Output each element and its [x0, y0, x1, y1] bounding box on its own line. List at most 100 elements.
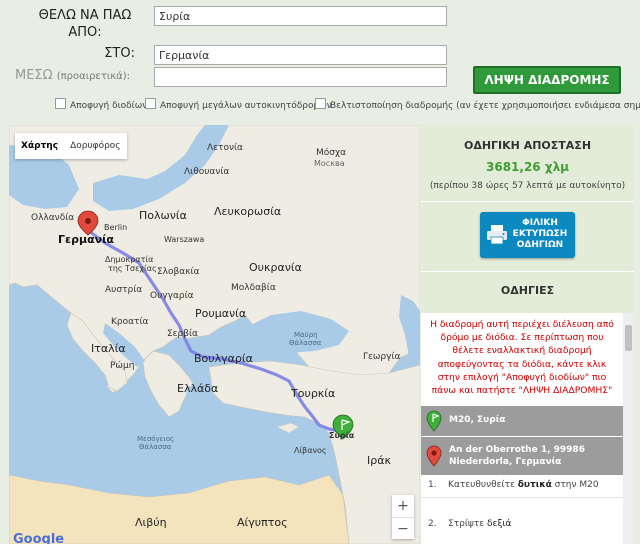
map-label-hungary: Ουγγαρία: [150, 291, 194, 301]
red-marker-icon: [426, 445, 442, 467]
map-label-med-1: Μεσόγειος: [137, 435, 175, 443]
printer-icon: [487, 225, 507, 245]
direction-step: 1. Κατευθυνθείτε δυτικά στην M20: [428, 480, 599, 490]
print-directions-button[interactable]: ΦΙΛΙΚΗ ΕΚΤΥΠΩΣΗ ΟΔΗΓΙΩΝ: [480, 212, 575, 258]
step-road: M20: [579, 480, 599, 490]
map-label-lebanon: Λίβανος: [294, 446, 327, 455]
instructions-title: ΟΔΗΓΙΕΣ: [500, 284, 555, 297]
map-label-slovakia: Σλοβακία: [157, 267, 200, 277]
map-label-moscow: Μόσχα: [316, 148, 347, 158]
to-label: ΣΤΟ:: [104, 46, 135, 61]
map-label-serbia: Σερβία: [167, 329, 198, 339]
via-input[interactable]: [154, 67, 447, 87]
map-label-iraq: Ιράκ: [367, 454, 391, 467]
from-label-line1: ΘΕΛΩ ΝΑ ΠΑΩ: [38, 8, 132, 23]
map-label-black-sea-2: Θάλασσα: [289, 339, 322, 347]
map-label-georgia: Γεωργία: [363, 352, 401, 362]
map-label-holland: Ολλανδία: [31, 213, 75, 223]
end-address: An der Oberrothe 1, 99986 Niederdorla, Γ…: [449, 444, 585, 468]
avoid-highways-checkbox[interactable]: [145, 98, 156, 109]
avoid-tolls-label: Αποφυγή διοδίων: [70, 101, 148, 111]
map-label-austria: Αυστρία: [105, 285, 143, 295]
optimize-route-option[interactable]: Βελτιστοποίηση διαδρομής (αν έχετε χρησι…: [315, 98, 640, 111]
from-label-line2: ΑΠΟ:: [68, 25, 102, 40]
distance-value: 3681,26 χλμ: [486, 160, 569, 174]
optimize-route-label: Βελτιστοποίηση διαδρομής (αν έχετε χρησι…: [330, 101, 640, 111]
map-label-libya: Λιβύη: [135, 516, 167, 529]
step-number: 2.: [428, 519, 437, 529]
route-map[interactable]: Λετονία Λιθουανία Μόσχα Москва Λευκορωσί…: [9, 125, 420, 544]
end-address-line2: Niederdorla, Γερμανία: [449, 457, 562, 467]
get-route-button[interactable]: ΛΗΨΗ ΔΙΑΔΡΟΜΗΣ: [473, 66, 621, 94]
step-text: Κατευθυνθείτε: [448, 480, 518, 490]
directions-list[interactable]: Η διαδρομή αυτή περιέχει διέλευση από δρ…: [421, 313, 623, 544]
map-label-belarus: Λευκορωσία: [214, 205, 282, 218]
optimize-route-checkbox[interactable]: [315, 98, 326, 109]
via-label: ΜΕΣΩ (προαιρετικά):: [15, 68, 153, 83]
end-waypoint: An der Oberrothe 1, 99986 Niederdorla, Γ…: [421, 437, 623, 475]
via-label-text: ΜΕΣΩ: [15, 68, 53, 83]
google-logo: Google: [13, 532, 65, 544]
from-input[interactable]: [154, 6, 447, 26]
via-optional-note: (προαιρετικά):: [56, 71, 130, 82]
map-label-lithuania: Λιθουανία: [184, 167, 230, 177]
divider: [421, 271, 634, 272]
divider: [421, 201, 634, 202]
map-label-black-sea-1: Μαύρη: [294, 331, 318, 339]
duration-text: (περίπου 38 ώρες 57 λεπτά με αυτοκίνητο): [429, 181, 626, 191]
tab-satellite[interactable]: Δορυφόρος: [64, 133, 127, 159]
map-label-moldova: Μολδαβία: [231, 283, 276, 293]
map-label-berlin: Berlin: [104, 223, 128, 232]
avoid-highways-option[interactable]: Αποφυγή μεγάλων αυτοκινητόδρομων: [145, 98, 332, 111]
zoom-control: + −: [392, 495, 414, 539]
print-button-label: ΦΙΛΙΚΗ ΕΚΤΥΠΩΣΗ ΟΔΗΓΙΩΝ: [510, 218, 570, 251]
zoom-in-button[interactable]: +: [392, 495, 414, 518]
map-label-latvia: Λετονία: [207, 143, 243, 153]
toll-notice: Η διαδρομή αυτή περιέχει διέλευση από δρ…: [430, 319, 614, 397]
map-label-med-2: Θάλασσα: [139, 443, 172, 451]
map-label-moscow-native: Москва: [314, 159, 345, 168]
map-canvas: [9, 125, 420, 544]
map-label-romania: Ρουμανία: [195, 307, 247, 320]
direction-step: 2. Στρίψτε δεξιά: [428, 519, 511, 529]
map-label-czech-2: της Τσεχίας: [108, 264, 157, 273]
map-label-greece: Ελλάδα: [177, 382, 219, 395]
step-text: Στρίψτε: [448, 519, 487, 529]
start-waypoint: M20, Συρία: [421, 406, 623, 436]
tab-map[interactable]: Χάρτης: [15, 133, 64, 159]
map-label-rome: Ρώμη: [110, 361, 135, 371]
map-label-egypt: Αίγυπτος: [237, 516, 288, 529]
map-label-czech-1: Δημοκρατία: [105, 255, 154, 264]
map-label-ukraine: Ουκρανία: [249, 261, 302, 274]
map-label-bulgaria: Βουλγαρία: [194, 352, 253, 365]
green-marker-icon: [426, 410, 442, 432]
map-label-italy: Ιταλία: [91, 342, 126, 355]
map-label-warsaw: Warszawa: [164, 235, 205, 244]
print-label-2: ΕΚΤΥΠΩΣΗ: [512, 229, 568, 239]
step-direction: δυτικά: [517, 480, 552, 490]
step-text: στην: [551, 480, 580, 490]
to-input[interactable]: [154, 45, 447, 65]
directions-scrollbar[interactable]: [623, 313, 634, 544]
avoid-tolls-checkbox[interactable]: [55, 98, 66, 109]
map-label-poland: Πολωνία: [139, 209, 187, 222]
zoom-out-button[interactable]: −: [392, 518, 414, 540]
avoid-highways-label: Αποφυγή μεγάλων αυτοκινητόδρομων: [160, 101, 332, 111]
route-summary-panel: ΟΔΗΓΙΚΗ ΑΠΟΣΤΑΣΗ 3681,26 χλμ (περίπου 38…: [421, 125, 634, 544]
from-label: ΘΕΛΩ ΝΑ ΠΑΩ ΑΠΟ:: [35, 7, 135, 41]
print-label-1: ΦΙΛΙΚΗ: [522, 218, 558, 228]
map-label-turkey: Τουρκία: [291, 387, 336, 400]
map-label-syria: Συρία: [329, 431, 355, 440]
driving-distance-title: ΟΔΗΓΙΚΗ ΑΠΟΣΤΑΣΗ: [463, 139, 592, 152]
map-label-germany: Γερμανία: [58, 233, 114, 246]
step-number: 1.: [428, 480, 437, 490]
cyprus: [276, 422, 300, 434]
map-type-tabs: Χάρτης Δορυφόρος: [15, 133, 127, 159]
avoid-tolls-option[interactable]: Αποφυγή διοδίων: [55, 98, 147, 111]
scrollbar-thumb[interactable]: [625, 325, 632, 351]
end-address-line1: An der Oberrothe 1, 99986: [449, 445, 585, 455]
map-label-croatia: Κροατία: [111, 317, 149, 327]
print-label-3: ΟΔΗΓΙΩΝ: [516, 240, 564, 250]
start-address: M20, Συρία: [449, 415, 506, 425]
step-direction: δεξιά: [487, 519, 512, 529]
